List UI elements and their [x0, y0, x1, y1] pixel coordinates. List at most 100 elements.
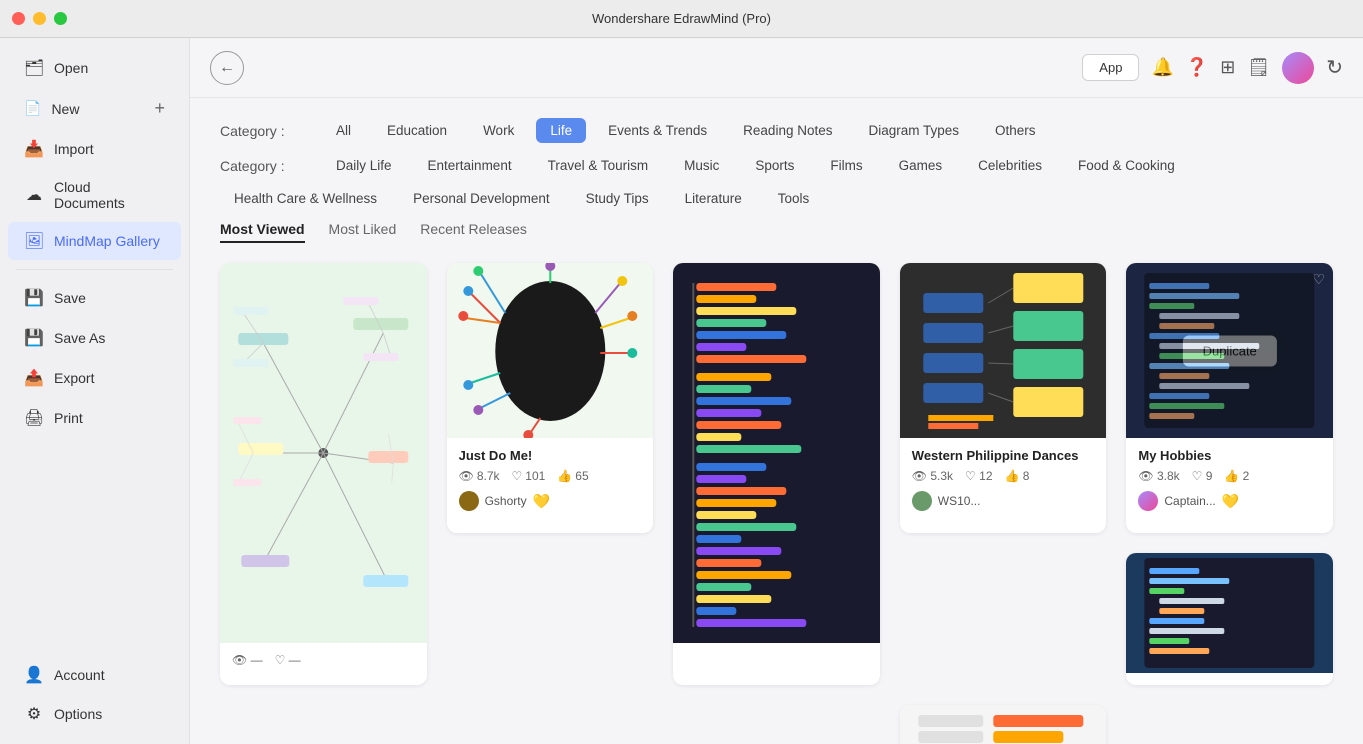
- mindmap-thumb-5: [1126, 263, 1333, 438]
- card-2-shares: 👍 65: [557, 469, 588, 483]
- mindmap-thumb-3: [673, 263, 880, 643]
- cat-tools[interactable]: Tools: [764, 186, 824, 211]
- sidebar: 🗂 Open 📄 New + 📥 Import ☁ Cloud Document…: [0, 38, 190, 744]
- card-2-author: Gshorty 💛: [459, 491, 642, 511]
- topbar: ← App 🔔 ❓ ⊞ 🗒 ↻: [190, 38, 1363, 98]
- card-5-likes: ♡ 9: [1192, 469, 1213, 483]
- import-icon: 📥: [24, 139, 44, 159]
- notification-icon[interactable]: 🔔: [1151, 57, 1173, 78]
- titlebar: Wondershare EdrawMind (Pro): [0, 0, 1363, 38]
- gallery-card-5[interactable]: ♡ Duplicate: [1126, 263, 1333, 533]
- card-4-likes: ♡ 12: [965, 469, 992, 483]
- card-4-stats: 👁 5.3k ♡ 12 👍 8: [912, 469, 1095, 483]
- sidebar-item-export[interactable]: 📤 Export: [8, 359, 181, 397]
- sort-tabs: Most Viewed Most Liked Recent Releases: [220, 221, 1333, 243]
- grid-icon[interactable]: ⊞: [1220, 57, 1235, 78]
- minimize-button[interactable]: [33, 12, 46, 25]
- sidebar-item-save-as[interactable]: 💾 Save As: [8, 319, 181, 357]
- sidebar-item-save[interactable]: 💾 Save: [8, 279, 181, 317]
- sidebar-item-cloud[interactable]: ☁ Cloud Documents: [8, 170, 181, 220]
- card-1-likes: ♡ —: [275, 653, 301, 667]
- cat-travel-tourism[interactable]: Travel & Tourism: [534, 153, 663, 178]
- card-4-title: Western Philippine Dances: [912, 448, 1095, 463]
- app-title: Wondershare EdrawMind (Pro): [592, 11, 771, 26]
- help-icon[interactable]: ❓: [1186, 57, 1208, 78]
- sidebar-item-mindmap-gallery[interactable]: 🖼 MindMap Gallery: [8, 222, 181, 260]
- cat-work[interactable]: Work: [469, 118, 528, 143]
- cat-personal-dev[interactable]: Personal Development: [399, 186, 564, 211]
- mindmap-thumb-7: [900, 705, 1107, 744]
- gallery-card-1[interactable]: 👁 — ♡ —: [220, 263, 427, 685]
- sort-most-liked[interactable]: Most Liked: [329, 221, 397, 243]
- gallery-icon: 🖼: [24, 231, 44, 251]
- user-avatar[interactable]: [1282, 52, 1314, 84]
- cat-food-cooking[interactable]: Food & Cooking: [1064, 153, 1189, 178]
- cat-literature[interactable]: Literature: [671, 186, 756, 211]
- category-label-1: Category :: [220, 123, 310, 139]
- open-icon: 🗂: [24, 58, 44, 78]
- sidebar-item-print[interactable]: 🖨 Print: [8, 399, 181, 437]
- mindmap-thumb-4: [900, 263, 1107, 438]
- card-2-stats: 👁 8.7k ♡ 101 👍 65: [459, 469, 642, 483]
- template-icon[interactable]: 🗒: [1247, 57, 1270, 78]
- cat-diagram-types[interactable]: Diagram Types: [854, 118, 973, 143]
- app-button[interactable]: App: [1082, 54, 1139, 81]
- category-row-2: Category : Daily Life Entertainment Trav…: [220, 153, 1333, 211]
- cat-life[interactable]: Life: [536, 118, 586, 143]
- cat-entertainment[interactable]: Entertainment: [414, 153, 526, 178]
- card-4-shares: 👍 8: [1005, 469, 1030, 483]
- options-icon: ⚙: [24, 704, 44, 724]
- card-2-info: Just Do Me! 👁 8.7k ♡ 101 👍 65 Gshorty 💛: [447, 438, 654, 521]
- cat-study-tips[interactable]: Study Tips: [572, 186, 663, 211]
- cat-films[interactable]: Films: [816, 153, 876, 178]
- cat-all[interactable]: All: [322, 118, 365, 143]
- card-5-info: My Hobbies 👁 3.8k ♡ 9 👍 2 Captain... 💛: [1126, 438, 1333, 521]
- new-icon: 📄: [24, 100, 41, 117]
- card-2-views: 👁 8.7k: [459, 469, 500, 483]
- sidebar-item-import[interactable]: 📥 Import: [8, 130, 181, 168]
- gold-badge-5: 💛: [1222, 493, 1239, 510]
- sort-recent-releases[interactable]: Recent Releases: [420, 221, 527, 243]
- sidebar-divider: [16, 269, 173, 270]
- cat-reading-notes[interactable]: Reading Notes: [729, 118, 846, 143]
- gallery-card-3[interactable]: [673, 263, 880, 685]
- sidebar-item-account[interactable]: 👤 Account: [8, 656, 181, 694]
- mindmap-thumb-6: [1126, 553, 1333, 673]
- save-icon: 💾: [24, 288, 44, 308]
- cat-daily-life[interactable]: Daily Life: [322, 153, 406, 178]
- gallery-card-7[interactable]: [900, 705, 1107, 744]
- export-icon: 📤: [24, 368, 44, 388]
- sidebar-item-new[interactable]: 📄 New +: [8, 89, 181, 128]
- sort-most-viewed[interactable]: Most Viewed: [220, 221, 305, 243]
- card-5-shares: 👍 2: [1224, 469, 1249, 483]
- gallery-card-4[interactable]: Western Philippine Dances 👁 5.3k ♡ 12 👍 …: [900, 263, 1107, 533]
- category-row-1: Category : All Education Work Life Event…: [220, 118, 1333, 143]
- cat-music[interactable]: Music: [670, 153, 733, 178]
- cat-events-trends[interactable]: Events & Trends: [594, 118, 721, 143]
- cat-education[interactable]: Education: [373, 118, 461, 143]
- gallery-card-6[interactable]: [1126, 553, 1333, 685]
- card-1-stats: 👁 — ♡ —: [232, 653, 415, 667]
- new-plus-icon[interactable]: +: [154, 98, 165, 119]
- category-label-2: Category :: [220, 158, 310, 174]
- cat-sports[interactable]: Sports: [741, 153, 808, 178]
- cat-celebrities[interactable]: Celebrities: [964, 153, 1056, 178]
- refresh-icon[interactable]: ↻: [1326, 55, 1343, 80]
- cat-health-care[interactable]: Health Care & Wellness: [220, 186, 391, 211]
- cat-others[interactable]: Others: [981, 118, 1050, 143]
- card-3-info: [673, 643, 880, 663]
- card-4-views: 👁 5.3k: [912, 469, 953, 483]
- gold-badge-2: 💛: [533, 493, 550, 510]
- card-4-author: WS10...: [912, 491, 1095, 511]
- save-as-icon: 💾: [24, 328, 44, 348]
- close-button[interactable]: [12, 12, 25, 25]
- sidebar-item-options[interactable]: ⚙ Options: [8, 695, 181, 733]
- sidebar-item-open[interactable]: 🗂 Open: [8, 49, 181, 87]
- cat-games[interactable]: Games: [885, 153, 957, 178]
- card-5-stats: 👁 3.8k ♡ 9 👍 2: [1138, 469, 1321, 483]
- traffic-lights: [12, 12, 67, 25]
- gallery-card-2[interactable]: Just Do Me! 👁 8.7k ♡ 101 👍 65 Gshorty 💛: [447, 263, 654, 533]
- maximize-button[interactable]: [54, 12, 67, 25]
- card-5-author: Captain... 💛: [1138, 491, 1321, 511]
- back-button[interactable]: ←: [210, 51, 244, 85]
